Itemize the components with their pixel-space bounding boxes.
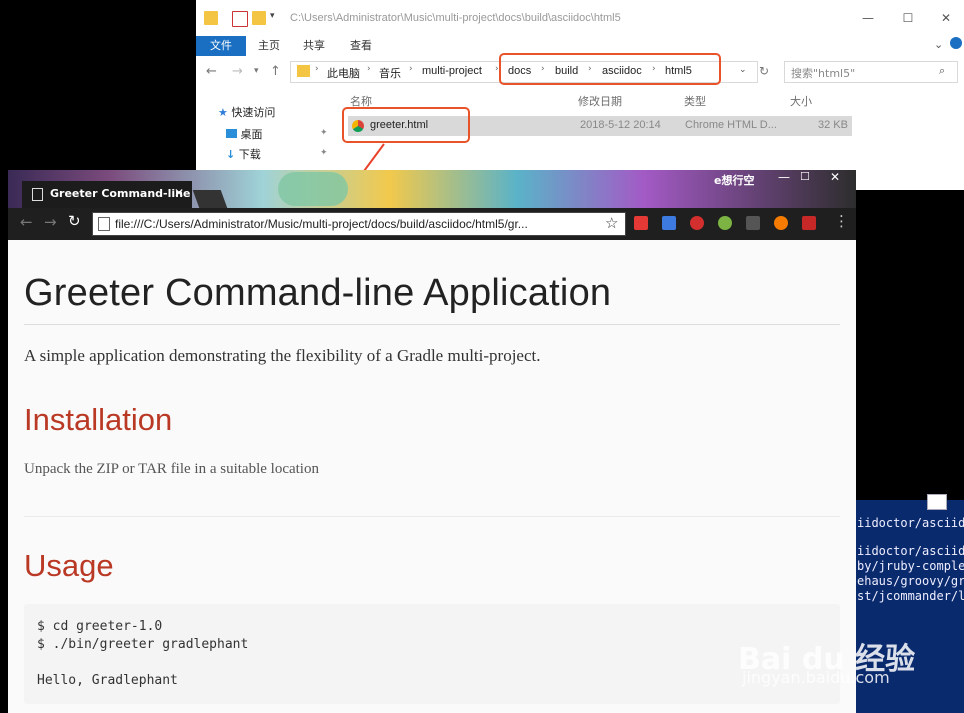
installation-heading: Installation [24,402,173,437]
file-modified: 2018-5-12 20:14 [580,119,661,131]
help-icon[interactable] [950,37,962,49]
theme-globe-decoration [278,172,348,206]
column-type[interactable]: 类型 [684,93,706,109]
nav-label: 快速访问 [231,106,276,119]
code-block: $ cd greeter-1.0 $ ./bin/greeter gradlep… [24,604,840,704]
view-details-icon[interactable] [927,494,947,510]
ribbon-tab-file[interactable]: 文件 [196,36,246,56]
explorer-titlebar: ▾ C:\Users\Administrator\Music\multi-pro… [196,0,964,36]
window-title: C:\Users\Administrator\Music\multi-proje… [290,12,621,24]
title-divider [24,324,840,325]
ribbon-tab-share[interactable]: 共享 [303,36,325,56]
file-highlight [342,107,470,143]
search-icon[interactable]: ⌕ [939,64,945,78]
code-line: Hello, Gradlephant [37,673,178,688]
search-placeholder: 搜索"html5" [791,67,856,80]
terminal-line: st/jcommander/l [857,589,964,603]
intro-paragraph: A simple application demonstrating the f… [24,346,541,365]
chevron-right-icon: › [367,64,371,74]
terminal-line: ehaus/groovy/gr [857,574,964,588]
folder-icon [204,11,218,25]
page-icon [32,188,43,201]
search-input[interactable]: 搜索"html5" ⌕ [784,61,958,83]
maximize-button[interactable]: ☐ [896,8,920,28]
back-arrow-icon[interactable]: ← [20,213,33,231]
new-tab-button[interactable] [192,190,228,208]
back-arrow-icon[interactable]: ← [206,64,217,79]
breadcrumb-multi-project[interactable]: multi-project [422,65,482,77]
code-line: $ cd greeter-1.0 [37,619,163,634]
ribbon-tab-home[interactable]: 主页 [258,36,280,56]
expand-ribbon-icon[interactable]: ⌄ [934,38,943,51]
terminal-line: iidoctor/asciid [857,516,964,530]
properties-icon[interactable] [232,11,248,27]
nav-item-quick-access[interactable]: ★ 快速访问 [218,104,275,122]
extension-icon-4[interactable] [718,216,732,230]
usage-heading: Usage [24,548,114,583]
terminal-line: iidoctor/asciid [857,544,964,558]
download-arrow-icon: ↓ [226,148,236,161]
url-text: file:///C:/Users/Administrator/Music/mul… [115,217,528,231]
chevron-right-icon: › [409,64,413,74]
minimize-button[interactable]: — [778,170,790,184]
extension-icon-adblock[interactable] [690,216,704,230]
up-arrow-icon[interactable]: ↑ [270,64,281,79]
column-modified[interactable]: 修改日期 [578,93,622,109]
extension-icon-5[interactable] [746,216,760,230]
nav-item-downloads[interactable]: ↓ 下载 [226,146,261,164]
file-explorer-window: ▾ C:\Users\Administrator\Music\multi-pro… [196,0,964,190]
chevron-right-icon: › [315,64,319,74]
baidu-watermark-url: jingyan.baidu.com [742,668,890,687]
tab-greeter[interactable]: Greeter Command-line ✕ [22,181,192,208]
quick-access-dropdown-icon[interactable]: ▾ [270,11,275,21]
star-icon: ★ [218,106,228,119]
nav-label: 桌面 [240,128,263,141]
reload-icon[interactable]: ↻ [68,212,81,230]
close-button[interactable]: ✕ [934,8,958,28]
menu-icon[interactable]: ⋮ [834,212,849,230]
desktop-icon [226,129,237,138]
nav-label: 下载 [238,148,261,161]
close-button[interactable]: ✕ [830,170,840,184]
installation-text: Unpack the ZIP or TAR file in a suitable… [24,461,319,477]
refresh-icon[interactable]: ↻ [759,64,769,78]
pin-icon[interactable]: ✦ [320,148,328,158]
breadcrumb-highlight [499,53,721,85]
recent-locations-icon[interactable]: ▾ [254,66,259,76]
file-type: Chrome HTML D... [685,119,777,131]
page-content: Greeter Command-line Application A simpl… [8,240,856,713]
nav-item-desktop[interactable]: 桌面 [226,126,263,144]
breadcrumb-music[interactable]: 音乐 [379,65,401,81]
forward-arrow-icon[interactable]: → [44,213,57,231]
forward-arrow-icon[interactable]: → [232,64,243,79]
tab-title: Greeter Command-line [50,187,191,200]
ribbon-tab-view[interactable]: 查看 [350,36,372,56]
pin-icon[interactable]: ✦ [320,128,328,138]
extension-icon-7[interactable] [802,216,816,230]
profile-name[interactable]: e想行空 [714,172,754,188]
address-dropdown-icon[interactable]: ⌄ [739,65,747,75]
page-title: Greeter Command-line Application [24,272,612,314]
column-size[interactable]: 大小 [790,93,812,109]
bookmark-star-icon[interactable]: ☆ [605,214,618,232]
page-info-icon[interactable] [98,217,110,231]
browser-titlebar: Greeter Command-line ✕ e想行空 — ☐ ✕ [8,170,856,208]
maximize-button[interactable]: ☐ [800,170,810,183]
section-divider [24,516,840,517]
tab-close-icon[interactable]: ✕ [174,186,184,200]
terminal-line: by/jruby-complet [857,559,964,573]
extension-icon-6[interactable] [774,216,788,230]
folder-icon [297,65,310,77]
minimize-button[interactable]: — [856,8,880,28]
extension-icon-1[interactable] [634,216,648,230]
extension-icon-translate[interactable] [662,216,676,230]
address-bar[interactable]: file:///C:/Users/Administrator/Music/mul… [92,212,626,236]
breadcrumb-this-pc[interactable]: 此电脑 [327,65,360,81]
new-folder-icon[interactable] [252,11,266,25]
chrome-browser-window: Greeter Command-line ✕ e想行空 — ☐ ✕ ← → ↻ … [8,170,856,713]
browser-toolbar: ← → ↻ file:///C:/Users/Administrator/Mus… [8,208,856,240]
file-size: 32 KB [818,119,848,131]
code-line: $ ./bin/greeter gradlephant [37,637,249,652]
